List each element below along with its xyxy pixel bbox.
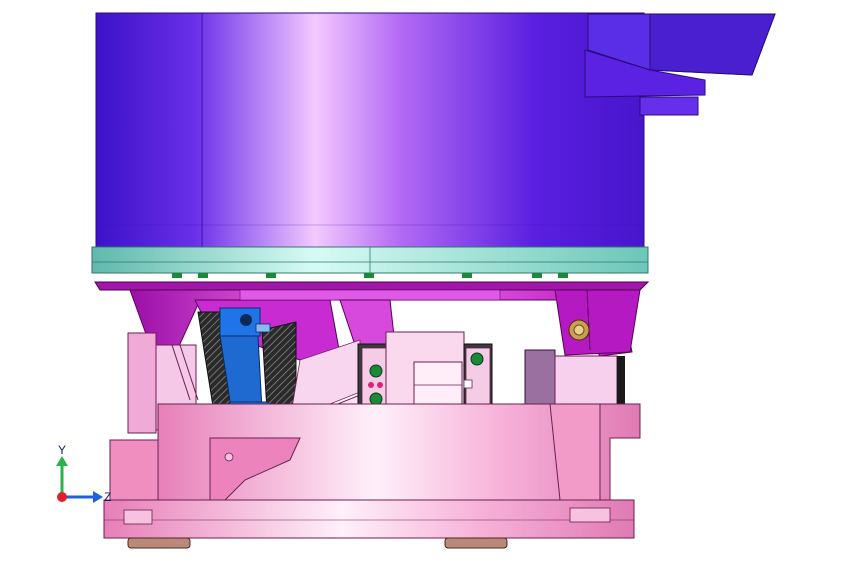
- bowl-ring: [91, 246, 649, 274]
- cad-viewport[interactable]: Y Z: [0, 0, 867, 562]
- bracket-bolt: [568, 319, 590, 341]
- feeder-bowl[interactable]: [95, 12, 645, 248]
- x-axis-dot: [57, 492, 67, 502]
- vibratory-base[interactable]: [103, 403, 641, 539]
- z-axis-label: Z: [104, 490, 111, 504]
- y-axis-label: Y: [58, 443, 66, 457]
- model-canvas[interactable]: Y Z: [0, 0, 867, 562]
